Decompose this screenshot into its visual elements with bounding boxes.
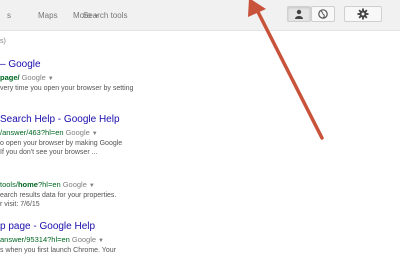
result-title-link[interactable]: Search Help - Google Help xyxy=(0,114,400,125)
search-toolbar: s Maps More ▼ Search tools xyxy=(0,0,400,31)
result-source: Google xyxy=(62,180,87,189)
result-snippet: r visit: 7/6/15 xyxy=(0,201,40,208)
chevron-down-icon[interactable]: ▼ xyxy=(92,131,98,137)
result-snippet: If you don't see your browser ... xyxy=(0,149,98,156)
settings-button[interactable] xyxy=(344,6,382,22)
chevron-down-icon[interactable]: ▼ xyxy=(98,238,104,244)
result-source: Google xyxy=(65,128,90,137)
search-result: Search Help - Google Help /answer/463?hl… xyxy=(0,114,400,157)
result-url-text: answer/95314?hl=en xyxy=(0,235,70,244)
result-url: tools/home?hl=en Google ▼ xyxy=(0,180,400,189)
result-url-bold: home xyxy=(17,180,38,189)
result-url-text: /answer/463?hl=en xyxy=(0,128,64,137)
globe-icon xyxy=(318,9,328,19)
search-result: – Google page/Google ▼ very time you open… xyxy=(0,59,400,93)
result-title-link[interactable]: p page - Google Help xyxy=(0,221,400,232)
result-source: Google xyxy=(71,235,97,244)
result-source: Google xyxy=(21,73,46,82)
gear-icon xyxy=(357,8,369,20)
result-url: answer/95314?hl=en Google ▼ xyxy=(0,235,400,244)
personal-results-button[interactable] xyxy=(287,6,311,22)
result-snippet: s when you first launch Chrome. Your xyxy=(0,247,116,254)
result-snippet: o open your browser by making Google xyxy=(0,140,123,147)
chevron-down-icon[interactable]: ▼ xyxy=(48,76,54,82)
tab-images[interactable]: s xyxy=(7,11,11,20)
result-snippet: earch results data for your properties. xyxy=(0,192,117,199)
hide-personal-results-button[interactable] xyxy=(311,6,335,22)
result-snippet: very time you open your browser by setti… xyxy=(0,85,134,92)
result-url-prefix: tools/ xyxy=(0,180,18,189)
search-result: tools/home?hl=en Google ▼ earch results da… xyxy=(0,177,400,209)
result-url-text: ?hl=en xyxy=(37,180,61,189)
result-url: /answer/463?hl=en Google ▼ xyxy=(0,128,400,137)
tab-search-tools[interactable]: Search tools xyxy=(83,11,127,20)
tab-maps[interactable]: Maps xyxy=(38,11,58,20)
person-icon xyxy=(295,9,303,19)
result-title-link[interactable]: – Google xyxy=(0,59,400,70)
chevron-down-icon[interactable]: ▼ xyxy=(89,183,95,189)
result-url-bold: page/ xyxy=(0,73,20,82)
result-url: page/Google ▼ xyxy=(0,73,400,82)
result-stats: s) xyxy=(0,38,6,45)
